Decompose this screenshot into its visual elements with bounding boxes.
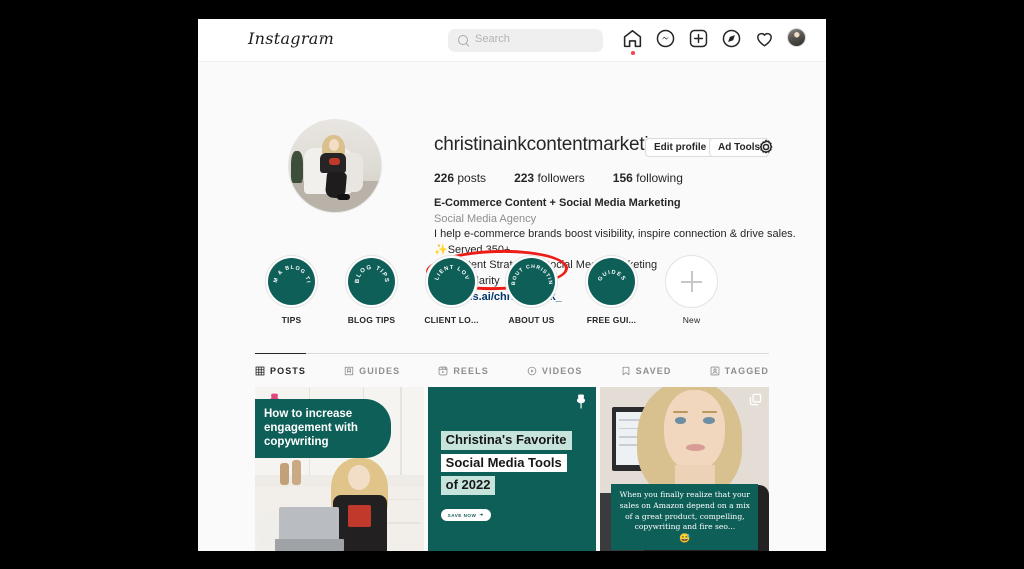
stat-following-label: following bbox=[636, 171, 683, 185]
tab-label: POSTS bbox=[270, 365, 307, 376]
profile-tab-bar: POSTS GUIDES REELS VIDEOS SAVED TAGGED bbox=[255, 352, 769, 388]
highlight-label: CLIENT LO... bbox=[424, 315, 479, 325]
bio-line-1: I help e-commerce brands boost visibilit… bbox=[434, 228, 796, 256]
gear-icon[interactable] bbox=[757, 138, 775, 156]
profile-avatar-icon[interactable] bbox=[787, 28, 808, 49]
post-title-block: Christina's Favorite Social Media Tools … bbox=[440, 431, 587, 499]
home-icon[interactable] bbox=[622, 28, 643, 55]
highlight-label: New bbox=[682, 315, 701, 325]
post-quote-emoji: 😅 bbox=[679, 534, 691, 545]
post-tile-2[interactable]: Christina's Favorite Social Media Tools … bbox=[427, 387, 597, 551]
guides-bookmark-icon bbox=[344, 366, 354, 376]
highlight-new-button[interactable]: New bbox=[663, 255, 720, 325]
search-icon bbox=[458, 35, 468, 45]
svg-text:SMM & BLOG TIPS: SMM & BLOG TIPS bbox=[268, 258, 311, 284]
nav-icon-group bbox=[622, 28, 808, 55]
post-title-line-1: Christina's Favorite bbox=[440, 431, 572, 450]
bio-display-name: E-Commerce Content + Social Media Market… bbox=[434, 197, 681, 209]
plus-icon bbox=[668, 258, 715, 305]
tagged-person-icon bbox=[710, 366, 720, 376]
chevron-down-icon[interactable] bbox=[320, 35, 326, 39]
post-quote-text: When you finally realize that your sales… bbox=[619, 490, 751, 532]
highlight-about-us[interactable]: ABOUT CHRISTINA ABOUT US bbox=[503, 255, 560, 325]
highlight-label: FREE GUI... bbox=[586, 315, 637, 325]
explore-compass-icon[interactable] bbox=[721, 28, 742, 49]
video-play-icon bbox=[527, 366, 537, 376]
grid-icon bbox=[255, 366, 265, 376]
highlight-cover-ring: CLIENT LOVE bbox=[425, 255, 478, 308]
highlight-label: BLOG TIPS bbox=[347, 315, 396, 325]
stat-posts: 226 posts bbox=[434, 171, 486, 185]
pushpin-icon bbox=[575, 394, 587, 409]
highlight-blog-tips[interactable]: BLOG TIPS BLOG TIPS bbox=[343, 255, 400, 325]
carousel-icon bbox=[749, 393, 762, 406]
highlight-cover-ring bbox=[665, 255, 718, 308]
stat-followers-count: 223 bbox=[514, 171, 535, 185]
bio-category: Social Media Agency bbox=[434, 212, 537, 225]
new-post-icon[interactable] bbox=[688, 28, 709, 49]
instagram-app-window: Instagram Search christinainkcontentmark… bbox=[198, 19, 826, 551]
tab-saved[interactable]: SAVED bbox=[621, 354, 672, 388]
svg-text:GUIDES: GUIDES bbox=[597, 270, 627, 283]
reels-clapper-icon bbox=[438, 366, 448, 376]
tab-videos[interactable]: VIDEOS bbox=[527, 354, 583, 388]
highlight-cover-ring: GUIDES bbox=[585, 255, 638, 308]
highlight-client-love[interactable]: CLIENT LOVE CLIENT LO... bbox=[423, 255, 480, 325]
messenger-icon[interactable] bbox=[655, 28, 676, 49]
stat-following-count: 156 bbox=[612, 171, 633, 185]
tab-posts[interactable]: POSTS bbox=[255, 352, 307, 388]
search-input[interactable]: Search bbox=[448, 29, 603, 52]
highlight-cover: BLOG TIPS bbox=[348, 258, 395, 305]
post-title-line-2: Social Media Tools bbox=[440, 453, 567, 473]
post-tile-1[interactable]: How to increase engagement with copywrit… bbox=[255, 387, 424, 551]
tab-label: VIDEOS bbox=[541, 365, 583, 376]
post-tile-3[interactable]: When you finally realize that your sales… bbox=[600, 387, 770, 551]
post-overlay-text: How to increase engagement with copywrit… bbox=[255, 399, 391, 459]
screenshot-frame: Instagram Search christinainkcontentmark… bbox=[0, 0, 1024, 569]
tab-label: TAGGED bbox=[724, 365, 769, 376]
svg-text:ABOUT CHRISTINA: ABOUT CHRISTINA bbox=[508, 258, 553, 286]
arrow-right-icon: ➜ bbox=[479, 512, 484, 517]
stat-followers[interactable]: 223 followers bbox=[514, 171, 585, 185]
highlight-label: ABOUT US bbox=[508, 315, 555, 325]
page-title: christinainkcontentmarketing bbox=[434, 134, 670, 155]
highlight-cover: ABOUT CHRISTINA bbox=[508, 258, 555, 305]
avatar bbox=[787, 28, 806, 47]
tab-tagged[interactable]: TAGGED bbox=[710, 354, 769, 388]
highlight-cover: SMM & BLOG TIPS bbox=[268, 258, 315, 305]
profile-stats: 226 posts 223 followers 156 following bbox=[434, 171, 683, 185]
highlight-cover-ring: BLOG TIPS bbox=[345, 255, 398, 308]
tab-label: GUIDES bbox=[359, 365, 401, 376]
story-highlights-row: SMM & BLOG TIPS TIPS BLOG TIPS bbox=[198, 255, 826, 325]
highlight-cover: GUIDES bbox=[588, 258, 635, 305]
stat-posts-count: 226 bbox=[434, 171, 455, 185]
svg-text:CLIENT LOVE: CLIENT LOVE bbox=[428, 258, 470, 281]
post-quote-overlay: When you finally realize that your sales… bbox=[611, 484, 759, 550]
post-cta-label: SAVE NOW bbox=[447, 512, 477, 518]
post-cta-button: SAVE NOW ➜ bbox=[440, 509, 491, 521]
highlight-free-guides[interactable]: GUIDES FREE GUI... bbox=[583, 255, 640, 325]
post-title-line-3: of 2022 bbox=[440, 476, 496, 495]
stat-following[interactable]: 156 following bbox=[613, 171, 683, 185]
svg-text:BLOG TIPS: BLOG TIPS bbox=[355, 265, 389, 284]
highlight-cover-ring: SMM & BLOG TIPS bbox=[265, 255, 318, 308]
saved-bookmark-icon bbox=[621, 366, 631, 376]
tab-reels[interactable]: REELS bbox=[438, 354, 489, 388]
tab-guides[interactable]: GUIDES bbox=[344, 354, 400, 388]
post-grid: How to increase engagement with copywrit… bbox=[255, 387, 770, 551]
highlight-tips[interactable]: SMM & BLOG TIPS TIPS bbox=[263, 255, 320, 325]
edit-profile-button[interactable]: Edit profile bbox=[645, 138, 716, 157]
highlight-label: TIPS bbox=[281, 315, 302, 325]
highlight-cover-ring: ABOUT CHRISTINA bbox=[505, 255, 558, 308]
tab-label: REELS bbox=[453, 365, 489, 376]
profile-picture[interactable] bbox=[288, 119, 382, 213]
search-placeholder: Search bbox=[475, 33, 510, 45]
home-notification-dot bbox=[631, 51, 635, 55]
tab-label: SAVED bbox=[635, 365, 672, 376]
highlight-cover: CLIENT LOVE bbox=[428, 258, 475, 305]
top-navigation-bar: Instagram Search bbox=[198, 19, 826, 62]
stat-followers-label: followers bbox=[537, 171, 585, 185]
stat-posts-label: posts bbox=[457, 171, 487, 185]
heart-activity-icon[interactable] bbox=[754, 28, 775, 49]
